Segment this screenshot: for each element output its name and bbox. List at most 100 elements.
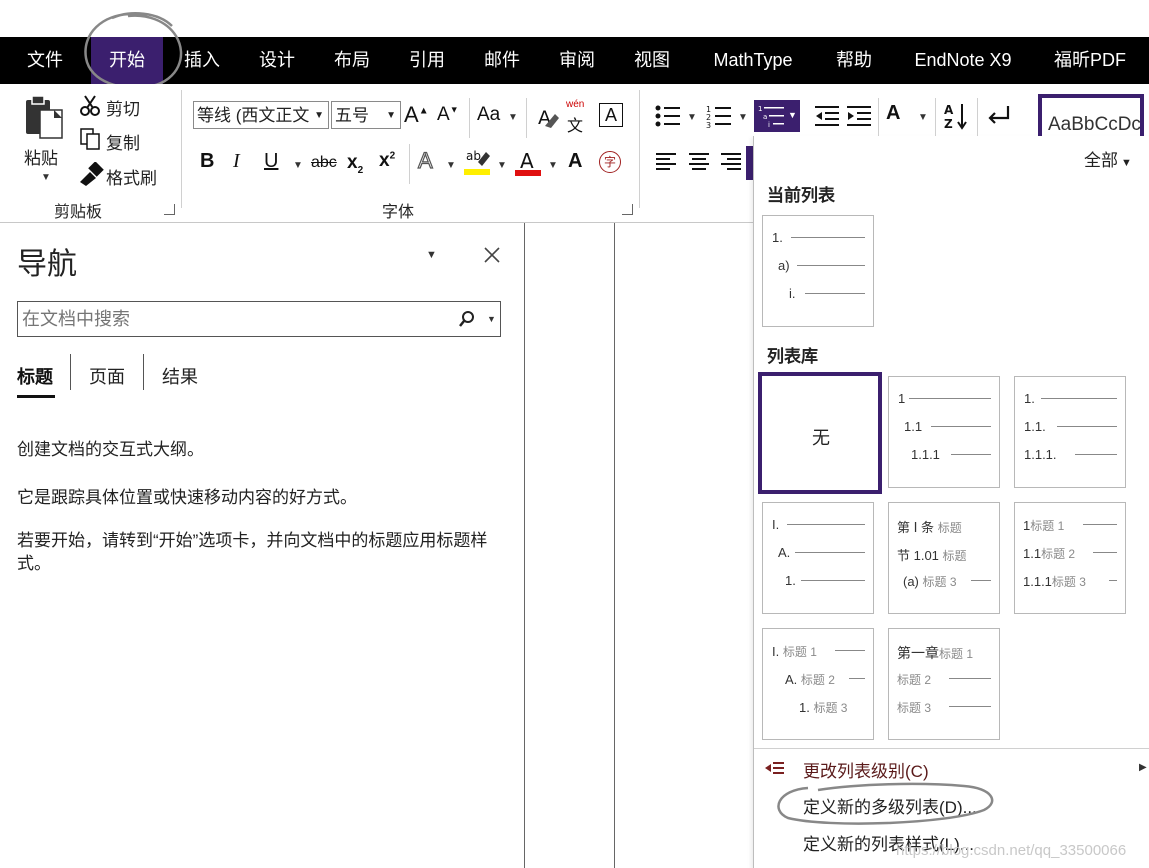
- highlight-dropdown-icon[interactable]: ▼: [497, 160, 507, 171]
- increase-indent-icon[interactable]: [847, 105, 873, 129]
- tile-line: [1057, 426, 1117, 427]
- svg-text:i: i: [768, 121, 770, 128]
- menu-mathtype[interactable]: MathType: [700, 37, 806, 84]
- clear-formatting-icon[interactable]: A: [537, 104, 559, 128]
- tab-headings[interactable]: 标题: [17, 363, 53, 389]
- tab-results[interactable]: 结果: [162, 363, 198, 389]
- char-shading-icon[interactable]: A: [568, 150, 583, 173]
- bold-icon[interactable]: B: [200, 150, 214, 173]
- tile-level-1: 1.: [772, 230, 783, 245]
- format-painter-icon[interactable]: [78, 162, 104, 186]
- align-center-icon[interactable]: [689, 152, 711, 172]
- tile-num: (a): [903, 574, 919, 589]
- tile-level-3: 标题 3: [897, 699, 931, 716]
- nav-options-dropdown-icon[interactable]: ▼: [426, 249, 437, 261]
- search-icon[interactable]: [459, 311, 475, 327]
- phonetic-guide-icon[interactable]: 文: [567, 112, 583, 136]
- menu-references[interactable]: 引用: [395, 37, 459, 84]
- tile-line: [909, 398, 991, 399]
- tab-pages[interactable]: 页面: [89, 363, 125, 389]
- asian-layout-icon[interactable]: A: [886, 102, 900, 125]
- show-marks-icon[interactable]: [986, 104, 1010, 128]
- search-dropdown-icon[interactable]: ▼: [487, 314, 496, 324]
- menu-help[interactable]: 帮助: [822, 37, 886, 84]
- shrink-font-icon[interactable]: A▼: [437, 104, 459, 126]
- strikethrough-icon[interactable]: abc: [311, 154, 337, 172]
- list-article-section-tile[interactable]: 第 Ⅰ 条 标题 节 1.01 标题 (a) 标题 3: [888, 502, 1000, 614]
- asian-layout-dropdown-icon[interactable]: ▼: [918, 112, 928, 123]
- filter-dropdown-icon: ▼: [1121, 157, 1132, 169]
- underline-icon[interactable]: U: [264, 150, 278, 173]
- font-name-combo[interactable]: 等线 (西文正文 ▼: [193, 101, 329, 129]
- tile-heading-text: 标题 1: [782, 645, 817, 659]
- multilevel-list-button[interactable]: 1 a i ▼: [754, 100, 800, 132]
- bullets-dropdown-icon[interactable]: ▼: [687, 112, 697, 123]
- sort-icon[interactable]: A Z: [944, 102, 970, 130]
- list-chapter-heading-tile[interactable]: 第一章标题 1 标题 2 标题 3: [888, 628, 1000, 740]
- font-color-dropdown-icon[interactable]: ▼: [548, 160, 558, 171]
- underline-dropdown-icon[interactable]: ▼: [293, 160, 303, 171]
- list-numeric-tile[interactable]: 1 1.1 1.1.1: [888, 376, 1000, 488]
- phonetic-guide-top[interactable]: wén: [566, 100, 584, 110]
- paste-icon[interactable]: [22, 94, 66, 140]
- paste-dropdown-arrow[interactable]: ▼: [41, 172, 51, 183]
- align-left-icon[interactable]: [656, 152, 678, 172]
- tab-active-indicator: [17, 395, 55, 398]
- font-size-combo[interactable]: 五号 ▼: [331, 101, 401, 129]
- menu-file[interactable]: 文件: [10, 37, 80, 84]
- list-none-tile[interactable]: 无: [758, 372, 882, 494]
- copy-button[interactable]: 复制: [106, 129, 140, 154]
- italic-icon[interactable]: I: [233, 150, 240, 173]
- list-roman-tile[interactable]: I. A. 1.: [762, 502, 874, 614]
- tile-line: [795, 552, 865, 553]
- numbering-dropdown-icon[interactable]: ▼: [738, 112, 748, 123]
- filter-all-dropdown[interactable]: 全部 ▼: [1084, 146, 1132, 171]
- tile-num: I.: [772, 644, 780, 659]
- decrease-indent-icon[interactable]: [815, 105, 841, 129]
- text-effects-dropdown-icon[interactable]: ▼: [446, 160, 456, 171]
- menu-view[interactable]: 视图: [620, 37, 684, 84]
- font-launcher-icon[interactable]: [622, 204, 633, 215]
- font-name-dropdown-icon[interactable]: ▼: [314, 102, 324, 128]
- tile-level-1: I.: [772, 517, 780, 532]
- copy-icon[interactable]: [80, 128, 102, 150]
- char-border-icon[interactable]: A: [599, 103, 623, 127]
- text-effects-icon[interactable]: A: [417, 147, 433, 174]
- change-list-level-item[interactable]: 更改列表级别(C): [803, 757, 929, 782]
- menu-endnote[interactable]: EndNote X9: [900, 37, 1026, 84]
- change-case-dropdown-icon[interactable]: ▼: [508, 112, 518, 123]
- font-color-icon[interactable]: A: [515, 148, 543, 178]
- clipboard-launcher-icon[interactable]: [164, 204, 175, 215]
- ribbon-separator: [639, 90, 640, 208]
- tile-num: 1.: [799, 700, 810, 715]
- tile-num: 第一章: [897, 645, 939, 661]
- numbering-icon[interactable]: 1 2 3: [706, 104, 732, 128]
- menu-foxit-pdf[interactable]: 福昕PDF: [1040, 37, 1140, 84]
- menu-design[interactable]: 设计: [245, 37, 309, 84]
- bullets-icon[interactable]: [655, 105, 681, 127]
- change-case-icon[interactable]: Aa: [477, 104, 500, 126]
- list-numeric-dot-tile[interactable]: 1. 1.1. 1.1.1.: [1014, 376, 1126, 488]
- grow-font-icon[interactable]: A▲: [404, 102, 429, 128]
- menu-layout[interactable]: 布局: [320, 37, 384, 84]
- align-right-icon[interactable]: [721, 152, 743, 172]
- list-roman-heading-tile[interactable]: I. 标题 1 A. 标题 2 1. 标题 3: [762, 628, 874, 740]
- search-input[interactable]: [20, 304, 444, 334]
- list-heading-numeric-tile[interactable]: 1标题 1 1.1标题 2 1.1.1标题 3: [1014, 502, 1126, 614]
- current-list-tile[interactable]: 1. a) i.: [762, 215, 874, 327]
- subscript-icon[interactable]: x2: [347, 152, 363, 176]
- superscript-icon[interactable]: x2: [379, 150, 395, 172]
- svg-text:1: 1: [758, 105, 762, 113]
- cut-button[interactable]: 剪切: [106, 95, 140, 120]
- scissors-icon[interactable]: [80, 95, 100, 117]
- nav-search-box[interactable]: ▼: [17, 301, 501, 337]
- filter-all-label: 全部: [1084, 151, 1118, 170]
- font-size-dropdown-icon[interactable]: ▼: [386, 102, 396, 128]
- highlight-color-icon[interactable]: ab: [464, 148, 492, 178]
- format-painter-button[interactable]: 格式刷: [106, 164, 157, 189]
- menu-review[interactable]: 审阅: [545, 37, 609, 84]
- close-icon[interactable]: [483, 246, 501, 264]
- paste-label[interactable]: 粘贴: [24, 144, 58, 169]
- enclose-char-icon[interactable]: 字: [599, 151, 621, 173]
- menu-mailings[interactable]: 邮件: [470, 37, 534, 84]
